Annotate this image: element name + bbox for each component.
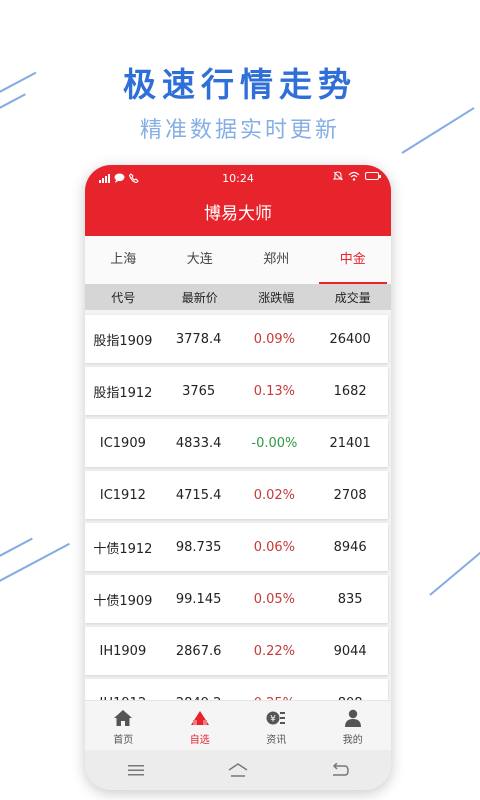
home-button[interactable]: [218, 758, 258, 782]
cell-code: 十债1912: [93, 541, 153, 557]
cell-volume: 2708: [333, 487, 367, 503]
home-outline-icon: [228, 763, 248, 777]
tab-shanghai[interactable]: 上海: [85, 236, 162, 284]
column-header-price[interactable]: 最新价: [162, 289, 239, 306]
home-icon: [114, 710, 133, 726]
back-button[interactable]: [320, 758, 360, 782]
cell-price: 2867.6: [175, 643, 222, 659]
phone-mockup: 10:24 博易大师 上海 大连 郑州 中金 代号 最新价 涨跌幅 成交量 股指…: [85, 165, 391, 790]
cell-change: 0.13%: [253, 383, 296, 399]
tab-zhengzhou[interactable]: 郑州: [238, 236, 315, 284]
tab-dalian[interactable]: 大连: [162, 236, 239, 284]
decorative-stripe: [0, 537, 33, 562]
back-icon: [332, 763, 349, 776]
table-row[interactable]: 十债1912 98.735 0.06% 8946: [85, 523, 388, 571]
svg-text:¥: ¥: [270, 715, 276, 725]
cell-price: 3778.4: [175, 331, 222, 347]
battery-icon: [365, 172, 381, 180]
bottom-nav: 首页 自选 ¥ 资讯 我的: [85, 700, 391, 750]
nav-favorites-label: 自选: [189, 735, 210, 746]
tab-zhongjin[interactable]: 中金: [315, 236, 392, 284]
cell-change: 0.09%: [253, 331, 296, 347]
cell-price: 4833.4: [175, 435, 222, 451]
nav-news-label: 资讯: [266, 735, 287, 746]
column-header-code[interactable]: 代号: [85, 289, 162, 306]
cell-volume: 26400: [329, 331, 371, 347]
cell-volume: 9044: [333, 643, 367, 659]
cell-volume: 835: [337, 591, 363, 607]
decorative-stripe: [429, 549, 480, 596]
cell-price: 3765: [182, 383, 216, 399]
cell-code: 股指1912: [93, 385, 153, 401]
menu-icon: [128, 765, 144, 776]
column-header-volume[interactable]: 成交量: [315, 289, 392, 306]
promo-title: 极速行情走势: [123, 65, 357, 104]
cell-change: 0.22%: [253, 643, 296, 659]
nav-profile[interactable]: 我的: [315, 701, 392, 750]
column-header-change[interactable]: 涨跌幅: [238, 289, 315, 306]
menu-button[interactable]: [116, 758, 156, 782]
nav-profile-label: 我的: [342, 735, 363, 746]
table-row[interactable]: IC1912 4715.4 0.02% 2708: [85, 471, 388, 519]
table-row[interactable]: IH1909 2867.6 0.22% 9044: [85, 627, 388, 675]
cell-code: IC1909: [99, 435, 146, 451]
nav-news[interactable]: ¥ 资讯: [238, 701, 315, 750]
cell-change: 0.06%: [253, 539, 296, 555]
favorites-icon: [190, 711, 209, 725]
promo-subtitle: 精准数据实时更新: [139, 118, 340, 143]
cell-volume: 8946: [333, 539, 367, 555]
cell-code: 股指1909: [93, 333, 153, 349]
wifi-icon: [348, 171, 360, 181]
cell-volume: 1682: [333, 383, 367, 399]
table-row[interactable]: IC1909 4833.4 -0.00% 21401: [85, 419, 388, 467]
nav-home[interactable]: 首页: [85, 701, 162, 750]
mute-icon: [333, 171, 343, 181]
cell-change: -0.00%: [251, 435, 298, 451]
cell-change: 0.05%: [253, 591, 296, 607]
table-row[interactable]: 股指1909 3778.4 0.09% 26400: [85, 315, 388, 363]
status-bar: 10:24: [85, 165, 391, 192]
system-nav-bar: [85, 750, 391, 790]
cell-price: 99.145: [175, 591, 222, 607]
profile-icon: [344, 709, 361, 727]
cell-change: 0.02%: [253, 487, 296, 503]
nav-favorites[interactable]: 自选: [162, 701, 239, 750]
table-row[interactable]: 股指1912 3765 0.13% 1682: [85, 367, 388, 415]
cell-volume: 21401: [329, 435, 371, 451]
table-header: 代号 最新价 涨跌幅 成交量: [85, 284, 391, 310]
cell-code: IH1909: [99, 643, 147, 659]
cell-code: 十债1909: [93, 593, 153, 609]
app-title: 博易大师: [85, 192, 391, 236]
cell-price: 98.735: [175, 539, 222, 555]
cell-price: 4715.4: [175, 487, 222, 503]
cell-code: IC1912: [99, 487, 146, 503]
nav-home-label: 首页: [113, 735, 134, 746]
news-icon: ¥: [266, 711, 286, 725]
table-row[interactable]: 十债1909 99.145 0.05% 835: [85, 575, 388, 623]
market-tabs: 上海 大连 郑州 中金: [85, 236, 391, 284]
